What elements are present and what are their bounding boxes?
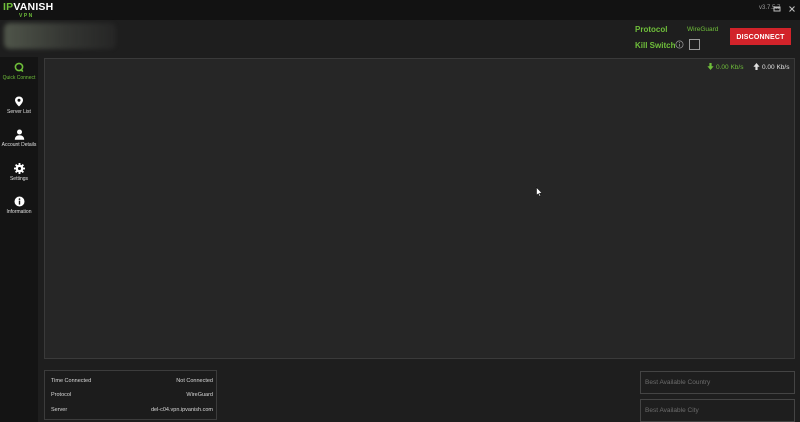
sidebar-item-settings[interactable]: Settings [0,163,38,193]
best-available-country-field[interactable] [640,371,795,394]
logo-vpn-text: VPN [19,13,34,19]
best-available-city-field[interactable] [640,399,795,422]
quick-connect-icon [14,62,24,73]
kill-switch-label: Kill Switch [635,41,676,50]
sidebar-item-label: Quick Connect [2,75,36,81]
sidebar-item-server-list[interactable]: Server List [0,96,38,126]
sidebar-item-account-details[interactable]: Account Details [0,129,38,159]
info-key: Protocol [51,392,72,398]
title-bar[interactable]: IPVANISH VPN v3.7.5.7 [0,0,800,20]
mouse-cursor-icon [536,187,543,197]
upload-speed: 0.00 Kb/s [753,63,789,71]
ipvanish-logo: IPVANISH VPN [3,1,53,20]
kill-switch-checkbox[interactable] [689,39,700,50]
download-speed-value: 0.00 Kb/s [716,64,744,71]
protocol-value: WireGuard [687,26,719,33]
upload-arrow-icon [753,63,760,70]
minimize-button[interactable] [771,3,783,15]
user-icon [14,129,24,140]
blurred-location-info [4,23,116,49]
sidebar-item-label: Account Details [1,142,37,148]
sidebar-item-label: Server List [7,109,31,115]
close-icon [789,6,795,12]
disconnect-button[interactable]: DISCONNECT [730,28,791,45]
logo-ip-text: IP [3,1,14,13]
info-row-server: Server del-c04.vpn.ipvanish.com [51,407,213,417]
ipvanish-app-window: IPVANISH VPN v3.7.5.7 Protocol WireGuard… [0,0,800,422]
protocol-label: Protocol [635,25,668,34]
info-row-protocol: Protocol WireGuard [51,392,213,402]
connection-info-box: Time Connected Not Connected Protocol Wi… [44,370,217,420]
info-row-time-connected: Time Connected Not Connected [51,378,213,388]
info-value: del-c04.vpn.ipvanish.com [150,407,213,413]
server-map-panel[interactable]: 0.00 Kb/s 0.00 Kb/s [44,58,795,359]
sidebar-nav: Quick Connect Server List Account Detail… [0,57,38,422]
kill-switch-info-icon[interactable] [675,40,684,49]
download-speed: 0.00 Kb/s [707,63,743,71]
sidebar-item-information[interactable]: Information [0,196,38,226]
upload-speed-value: 0.00 Kb/s [762,64,790,71]
sidebar-item-label: Information [6,209,32,215]
connection-header: Protocol WireGuard Kill Switch DISCONNEC… [0,20,800,57]
info-key: Server [51,407,68,413]
location-pin-icon [15,96,23,107]
sidebar-item-label: Settings [9,176,29,182]
logo-vanish-text: VANISH [13,1,54,13]
info-value: WireGuard [186,392,213,398]
minimize-icon [773,6,781,12]
sidebar-item-quick-connect[interactable]: Quick Connect [0,62,38,92]
info-value: Not Connected [176,378,213,384]
close-button[interactable] [786,3,798,15]
gear-icon [13,163,25,174]
download-arrow-icon [707,63,714,70]
info-icon [14,196,24,207]
info-key: Time Connected [51,378,92,384]
